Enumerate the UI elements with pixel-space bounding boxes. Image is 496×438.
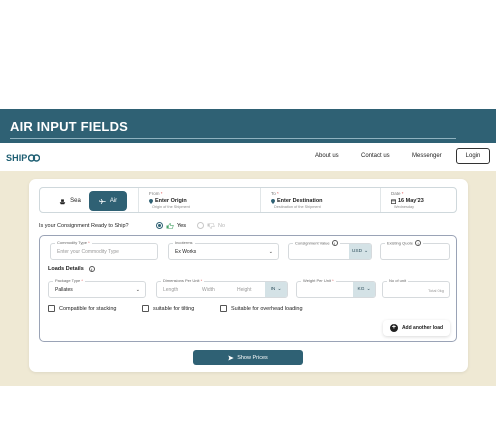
mode-air-button[interactable]: Air bbox=[89, 191, 127, 211]
logo[interactable]: SHIP bbox=[6, 152, 41, 164]
date-label: Date * bbox=[391, 191, 404, 196]
currency-value: USD bbox=[351, 249, 363, 254]
length-input[interactable]: Length bbox=[163, 287, 178, 293]
overhead-checkbox[interactable] bbox=[220, 305, 227, 312]
thumbs-up-icon bbox=[166, 222, 174, 229]
units-total: Total 0kg bbox=[427, 288, 444, 293]
logo-mark-icon bbox=[28, 154, 41, 162]
ready-no-radio[interactable] bbox=[197, 222, 204, 229]
chevron-down-icon: ⌄ bbox=[366, 287, 371, 292]
info-icon: i bbox=[331, 240, 338, 246]
overhead-option[interactable]: Suitable for overhead loading bbox=[220, 305, 303, 312]
ready-yes-radio[interactable] bbox=[156, 222, 163, 229]
height-input[interactable]: Height bbox=[237, 287, 251, 293]
mode-air-label: Air bbox=[109, 198, 118, 204]
date-field[interactable]: Date * 16 May'23 Wednesday bbox=[380, 188, 458, 212]
thumbs-down-icon bbox=[207, 222, 215, 229]
origin-hint: Origin of the Shipment bbox=[152, 205, 190, 209]
add-load-label: Add another load bbox=[401, 325, 444, 331]
units-field[interactable]: No of unit Total 0kg bbox=[382, 278, 450, 298]
package-type-value: Pallates bbox=[55, 287, 73, 293]
incoterms-select[interactable]: Incoterms Ex Works ⌄ bbox=[168, 240, 279, 260]
nav-link-about[interactable]: About us bbox=[315, 153, 339, 159]
weight-label: Weight Per Unit * bbox=[301, 278, 336, 283]
banner-title: AIR INPUT FIELDS bbox=[10, 119, 129, 134]
logo-text: SHIP bbox=[6, 153, 28, 163]
ready-no-label: No bbox=[218, 222, 226, 229]
plus-icon: + bbox=[389, 324, 398, 332]
search-card: Sea Air From * Enter Origin Origin of th… bbox=[29, 179, 468, 372]
navbar: SHIP About us Contact us Messenger bbox=[0, 143, 496, 171]
location-pin-icon bbox=[271, 198, 275, 204]
destination-value: Enter Destination bbox=[277, 198, 323, 204]
ready-question: Is your Consignment Ready to Ship? bbox=[39, 223, 129, 229]
page: AIR INPUT FIELDS SHIP About us Contact u… bbox=[0, 0, 496, 438]
consignment-value-field[interactable]: Consignment Value i USD ⌄ bbox=[288, 240, 372, 260]
info-icon: i bbox=[88, 266, 95, 272]
chevron-down-icon: ⌄ bbox=[135, 287, 140, 293]
tilting-option[interactable]: suitable for tilting bbox=[142, 305, 194, 312]
weight-field[interactable]: Weight Per Unit * KG ⌄ bbox=[296, 278, 376, 298]
info-icon: i bbox=[415, 240, 422, 246]
chevron-down-icon: ⌄ bbox=[364, 249, 369, 254]
calendar-icon bbox=[391, 198, 396, 204]
mode-sea-button[interactable]: Sea bbox=[52, 191, 88, 211]
mode-sea-label: Sea bbox=[70, 198, 81, 204]
add-load-button[interactable]: + Add another load bbox=[383, 320, 450, 336]
show-prices-label: Show Prices bbox=[237, 354, 268, 361]
title-banner: AIR INPUT FIELDS bbox=[0, 109, 496, 143]
ready-yes-option[interactable]: Yes bbox=[156, 222, 186, 229]
route-bar: Sea Air From * Enter Origin Origin of th… bbox=[39, 187, 457, 213]
commodity-type-label: Commodity Type * bbox=[55, 240, 92, 245]
package-type-select[interactable]: Package Type * Pallates ⌄ bbox=[48, 278, 146, 298]
stacking-label: Compatible for stacking bbox=[59, 305, 117, 312]
overhead-label: Suitable for overhead loading bbox=[231, 305, 303, 312]
ready-yes-label: Yes bbox=[177, 222, 186, 229]
date-weekday: Wednesday bbox=[394, 205, 414, 209]
package-type-label: Package Type * bbox=[53, 278, 85, 283]
plane-icon bbox=[98, 198, 106, 204]
weight-unit-value: KG bbox=[357, 287, 365, 292]
commodity-type-field[interactable]: Commodity Type * Enter your Commodity Ty… bbox=[50, 240, 158, 260]
destination-hint: Destination of the Shipment bbox=[274, 205, 321, 209]
consignment-value-label: Consignment Value i bbox=[293, 240, 340, 246]
send-icon bbox=[228, 355, 234, 360]
chevron-down-icon: ⌄ bbox=[277, 287, 282, 292]
login-button[interactable]: Login bbox=[456, 148, 490, 164]
loads-details-heading: Loads Details i bbox=[48, 266, 95, 272]
ready-no-option[interactable]: No bbox=[197, 222, 225, 229]
date-value: 16 May'23 bbox=[398, 198, 424, 204]
nav-link-contact[interactable]: Contact us bbox=[361, 153, 390, 159]
dimension-unit-value: IN bbox=[270, 287, 276, 292]
banner-divider bbox=[10, 138, 456, 139]
destination-field[interactable]: To * Enter Destination Destination of th… bbox=[260, 188, 380, 212]
origin-label: From * bbox=[149, 191, 163, 196]
ship-icon bbox=[59, 198, 66, 204]
existing-quote-label: Existing Quote i bbox=[385, 240, 424, 246]
currency-select[interactable]: USD ⌄ bbox=[349, 244, 371, 259]
incoterms-value: Ex Works bbox=[175, 249, 197, 255]
units-label: No of unit bbox=[387, 278, 409, 283]
stacking-option[interactable]: Compatible for stacking bbox=[48, 305, 116, 312]
width-input[interactable]: Width bbox=[202, 287, 215, 293]
dimension-unit-select[interactable]: IN ⌄ bbox=[265, 282, 287, 297]
dimensions-label: Dimensions Per Unit * bbox=[161, 278, 205, 283]
nav-link-messenger[interactable]: Messenger bbox=[412, 153, 442, 159]
location-pin-icon bbox=[149, 198, 153, 204]
existing-quote-field[interactable]: Existing Quote i bbox=[380, 240, 450, 260]
commodity-type-placeholder: Enter your Commodity Type bbox=[57, 249, 119, 255]
details-panel: Commodity Type * Enter your Commodity Ty… bbox=[39, 235, 457, 342]
destination-label: To * bbox=[271, 191, 279, 196]
origin-value: Enter Origin bbox=[155, 198, 187, 204]
dimensions-field: Dimensions Per Unit * Length Width Heigh… bbox=[156, 278, 288, 298]
chevron-down-icon: ⌄ bbox=[268, 249, 273, 255]
incoterms-label: Incoterms bbox=[173, 240, 195, 245]
tilting-checkbox[interactable] bbox=[142, 305, 149, 312]
stacking-checkbox[interactable] bbox=[48, 305, 55, 312]
show-prices-button[interactable]: Show Prices bbox=[193, 350, 303, 365]
origin-field[interactable]: From * Enter Origin Origin of the Shipme… bbox=[138, 188, 258, 212]
weight-unit-select[interactable]: KG ⌄ bbox=[353, 282, 375, 297]
tilting-label: suitable for tilting bbox=[153, 305, 195, 312]
